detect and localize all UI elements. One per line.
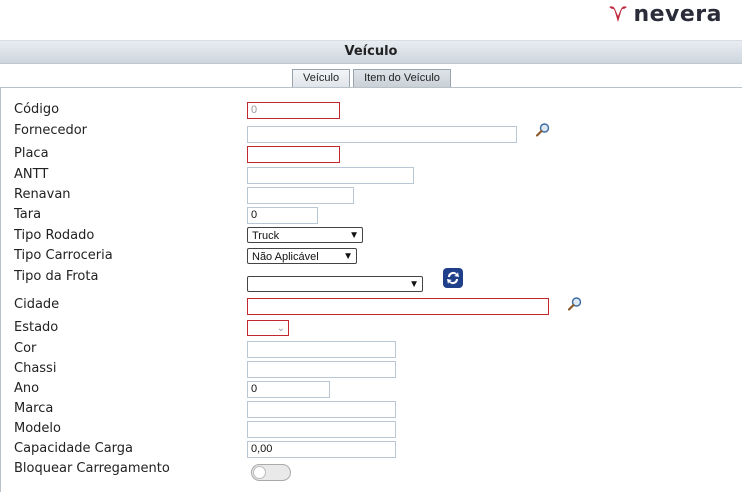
page-title: Veículo [344, 44, 398, 59]
antt-label: ANTT [14, 167, 49, 182]
antt-input[interactable] [247, 167, 414, 184]
tipo-carroceria-value: Não Aplicável [252, 251, 319, 263]
codigo-label: Código [14, 102, 60, 117]
nevera-logo-icon [609, 6, 628, 22]
chassi-input[interactable] [247, 361, 396, 378]
ano-label: Ano [14, 381, 40, 396]
modelo-input[interactable] [247, 421, 396, 438]
chassi-label: Chassi [14, 361, 57, 376]
codigo-input[interactable]: 0 [247, 102, 340, 119]
bloquear-carregamento-toggle[interactable] [251, 464, 291, 481]
modelo-label: Modelo [14, 421, 61, 436]
cidade-label: Cidade [14, 297, 60, 312]
tara-input[interactable]: 0 [247, 207, 318, 224]
estado-select[interactable]: ⌄ [247, 320, 289, 336]
placa-label: Placa [14, 146, 49, 161]
fornecedor-label: Fornecedor [14, 123, 88, 138]
tab-veiculo[interactable]: Veículo [292, 69, 351, 88]
tipo-frota-label: Tipo da Frota [14, 269, 99, 284]
placa-input[interactable] [247, 146, 340, 163]
nevera-logo: nevera [607, 1, 722, 27]
bloquear-carregamento-label: Bloquear Carregamento [14, 461, 170, 476]
cor-label: Cor [14, 341, 37, 356]
tipo-carroceria-select[interactable]: Não Aplicável ▼ [247, 248, 357, 264]
chevron-down-icon: ▼ [343, 251, 353, 262]
tab-bar: Veículo Item do Veículo [292, 69, 451, 88]
fornecedor-search-icon[interactable] [535, 122, 551, 138]
refresh-icon[interactable] [443, 268, 463, 288]
codigo-placeholder: 0 [251, 104, 258, 116]
marca-label: Marca [14, 401, 54, 416]
chevron-down-icon: ⌄ [276, 323, 285, 334]
tipo-frota-select[interactable]: ▼ [247, 276, 423, 292]
cidade-search-icon[interactable] [567, 296, 583, 312]
cidade-input[interactable] [247, 298, 549, 315]
fornecedor-input[interactable] [247, 126, 517, 143]
ano-input[interactable]: 0 [247, 381, 330, 398]
estado-label: Estado [14, 320, 59, 335]
tab-item-do-veiculo[interactable]: Item do Veículo [353, 69, 451, 87]
toggle-knob [253, 466, 266, 479]
tara-label: Tara [14, 207, 42, 222]
logo-text: nevera [633, 1, 722, 27]
tipo-rodado-select[interactable]: Truck ▼ [247, 227, 363, 243]
renavan-label: Renavan [14, 187, 71, 202]
title-bar: Veículo [0, 40, 742, 64]
renavan-input[interactable] [247, 187, 354, 204]
chevron-down-icon: ▼ [349, 230, 359, 241]
capacidade-carga-input[interactable]: 0,00 [247, 441, 396, 458]
tipo-carroceria-label: Tipo Carroceria [14, 248, 113, 263]
tipo-rodado-value: Truck [252, 230, 280, 242]
cor-input[interactable] [247, 341, 396, 358]
marca-input[interactable] [247, 401, 396, 418]
capacidade-carga-label: Capacidade Carga [14, 441, 133, 456]
chevron-down-icon: ▼ [409, 279, 419, 290]
tipo-rodado-label: Tipo Rodado [14, 228, 95, 243]
